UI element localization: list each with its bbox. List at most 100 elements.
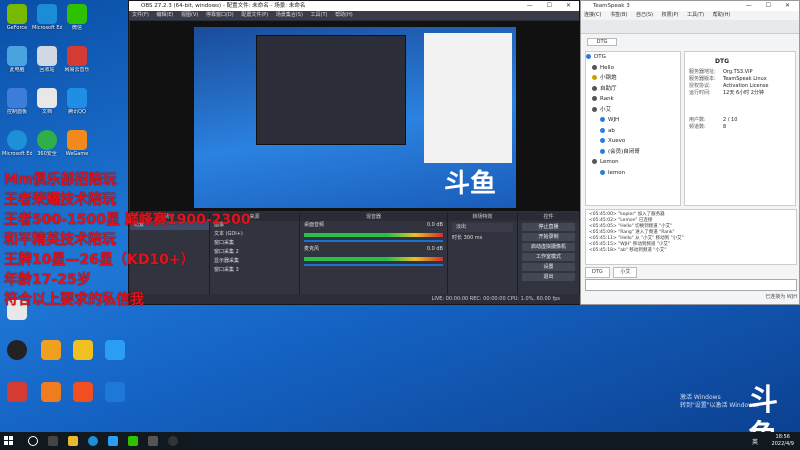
menu-item-help[interactable]: 帮助(H)	[713, 12, 731, 18]
tree-channel[interactable]: 自助厅	[586, 84, 680, 95]
channel-icon	[592, 64, 597, 70]
menu-item-self[interactable]: 自己(S)	[636, 12, 653, 18]
menu-item-scene-collection[interactable]: 场景集合(S)	[276, 12, 303, 18]
desktop-icon[interactable]: 360安全	[32, 130, 62, 157]
menu-item-permissions[interactable]: 权限(P)	[662, 12, 679, 18]
desktop-icon[interactable]: GeForce	[2, 4, 32, 31]
overlay-line: 和平精英技术陪玩	[4, 232, 116, 248]
settings-button[interactable]: 设置	[522, 263, 575, 271]
app-icon	[7, 340, 27, 360]
overlay-line: 王牌10星—26星（KD10+）	[4, 252, 195, 268]
chat-tab-channel[interactable]: 小艾	[613, 267, 638, 278]
search-icon[interactable]	[28, 436, 38, 446]
menu-item-connections[interactable]: 连接(C)	[584, 12, 601, 18]
wechat-icon[interactable]	[128, 436, 138, 446]
desktop-icon[interactable]: Microsoft Edge	[32, 4, 62, 31]
studio-mode-button[interactable]: 工作室模式	[522, 253, 575, 261]
user-icon	[600, 148, 605, 154]
windows-start-icon[interactable]	[4, 436, 14, 446]
app-icon	[67, 4, 87, 24]
desktop-icon[interactable]	[68, 340, 98, 361]
desktop-icon[interactable]	[36, 382, 66, 403]
menu-item-profile[interactable]: 配置文件(P)	[241, 12, 268, 18]
user-icon	[600, 127, 605, 133]
desktop-icon[interactable]: 文档	[32, 88, 62, 115]
app-icon[interactable]	[108, 436, 118, 446]
taskbar: 英 18:56 2022/4/9	[0, 432, 800, 450]
info-row: 频道数: 8	[689, 124, 727, 130]
menu-item-tools[interactable]: 工具(T)	[687, 12, 704, 18]
tree-user[interactable]: lemon	[586, 168, 680, 179]
virtual-camera-button[interactable]: 启动虚拟摄像机	[522, 243, 575, 251]
desktop-icon[interactable]: WeGame	[62, 130, 92, 157]
start-recording-button[interactable]: 开始录制	[522, 233, 575, 241]
desktop-icon[interactable]	[100, 340, 130, 361]
preview-nested-window	[424, 33, 512, 163]
ts-menubar: 连接(C) 书签(B) 自己(S) 权限(P) 工具(T) 帮助(H)	[581, 11, 799, 20]
stop-streaming-button[interactable]: 停止直播	[522, 223, 575, 231]
obs-icon[interactable]	[168, 436, 178, 446]
app-icon	[37, 4, 57, 24]
channel-icon	[592, 106, 597, 112]
menu-item-file[interactable]: 文件(F)	[132, 12, 149, 18]
desktop-icon[interactable]: 回收站	[32, 46, 62, 73]
desktop-icon[interactable]	[68, 382, 98, 403]
controls-dock: 控件 停止直播 开始录制 启动虚拟摄像机 工作室模式 设置 退出	[518, 213, 580, 295]
tree-server[interactable]: DTG	[586, 52, 680, 63]
desktop-icon[interactable]: 此电脑	[2, 46, 32, 73]
tree-channel[interactable]: Rank	[586, 94, 680, 105]
tree-channel[interactable]: 小钢炮	[586, 73, 680, 84]
info-row: 服务器地址: Org.TS3.VIP	[689, 69, 753, 75]
server-tab[interactable]: DTG	[587, 38, 617, 46]
tree-user[interactable]: (会员)自闭哥	[586, 147, 680, 158]
user-icon	[600, 169, 605, 175]
desktop-icon[interactable]	[2, 340, 32, 361]
ts-titlebar[interactable]: TeamSpeak 3 — ☐ ✕	[581, 1, 799, 11]
menu-item-edit[interactable]: 编辑(E)	[156, 12, 173, 18]
chat-input[interactable]	[585, 279, 797, 291]
tree-channel[interactable]: Hello	[586, 63, 680, 74]
menu-item-tools[interactable]: 工具(T)	[311, 12, 328, 18]
ime-indicator[interactable]: 英	[752, 439, 760, 446]
file-explorer-icon[interactable]	[68, 436, 78, 446]
desktop-icon[interactable]	[100, 382, 130, 403]
desktop-icon[interactable]: 控制面板	[2, 88, 32, 115]
tree-user[interactable]: WJH	[586, 115, 680, 126]
app-icon	[67, 88, 87, 108]
douyu-logo: 斗鱼	[748, 383, 778, 450]
teamspeak-window: TeamSpeak 3 — ☐ ✕ 连接(C) 书签(B) 自己(S) 权限(P…	[580, 0, 800, 305]
tree-channel[interactable]: Lemon	[586, 157, 680, 168]
app-icon	[67, 46, 87, 66]
desktop-icon[interactable]	[36, 340, 66, 361]
preview-logo: 斗鱼	[443, 169, 496, 199]
desktop-icon[interactable]	[2, 382, 32, 403]
tree-channel[interactable]: 小艾	[586, 105, 680, 116]
obs-titlebar[interactable]: OBS 27.2.3 (64-bit, windows) - 配置文件: 未命名…	[129, 1, 579, 11]
app-icon	[67, 130, 87, 150]
menu-item-view[interactable]: 视图(V)	[181, 12, 198, 18]
transition-select[interactable]: 淡出	[452, 223, 513, 232]
desktop-icon[interactable]: 微信	[62, 4, 92, 31]
task-view-icon[interactable]	[48, 436, 58, 446]
desktop-icon[interactable]: 腾讯QQ	[62, 88, 92, 115]
desktop-icon[interactable]: 网易云音乐	[62, 46, 92, 73]
dock-title: 转场特效	[448, 213, 517, 221]
document-icon	[37, 88, 57, 108]
window-controls[interactable]: — ☐ ✕	[746, 1, 796, 11]
edge-icon[interactable]	[88, 436, 98, 446]
exit-button[interactable]: 退出	[522, 273, 575, 281]
duration-field[interactable]: 时长 300 ms	[448, 234, 517, 243]
menu-item-help[interactable]: 帮助(H)	[335, 12, 353, 18]
tree-user[interactable]: Xuevo	[586, 136, 680, 147]
chat-tab-server[interactable]: DTG	[585, 267, 610, 278]
teamspeak-icon[interactable]	[148, 436, 158, 446]
system-tray[interactable]: 英	[752, 437, 760, 446]
desktop-icon[interactable]: Microsoft Edge	[2, 130, 32, 157]
menu-item-docks[interactable]: 停靠窗口(D)	[206, 12, 234, 18]
tree-user[interactable]: ab	[586, 126, 680, 137]
clock[interactable]: 18:56 2022/4/9	[772, 434, 794, 448]
channel-tree: DTG Hello 小钢炮 自助厅 Rank 小艾 WJH ab Xuevo (…	[585, 51, 681, 206]
channel-icon	[592, 85, 597, 91]
menu-item-bookmarks[interactable]: 书签(B)	[610, 12, 627, 18]
window-controls[interactable]: — ☐ ✕	[527, 1, 577, 11]
